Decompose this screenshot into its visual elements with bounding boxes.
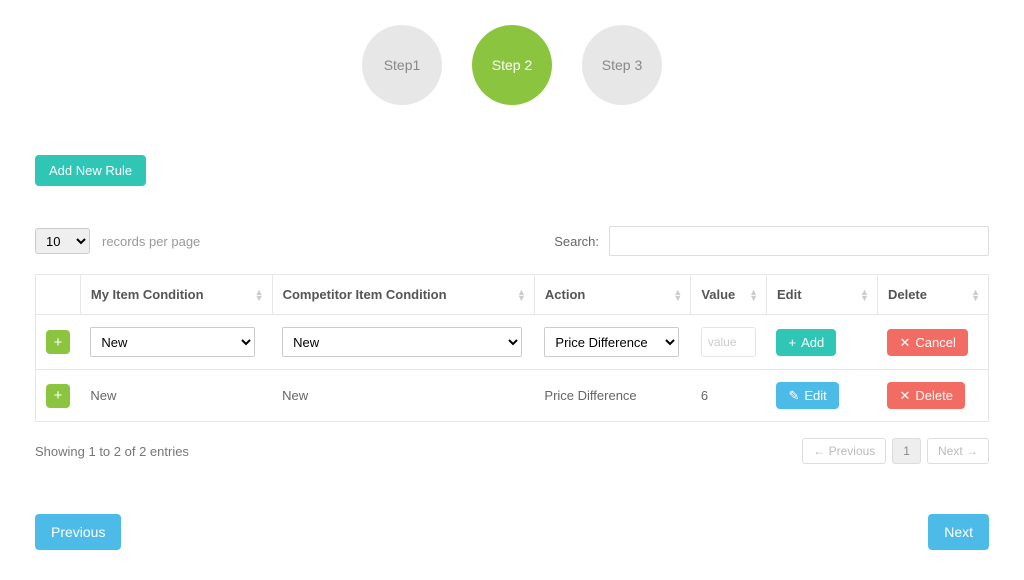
col-competitor-condition[interactable]: Competitor Item Condition ▲▼ xyxy=(272,275,534,315)
cell-action: Price Difference xyxy=(534,370,690,422)
sort-icon: ▲▼ xyxy=(749,289,758,301)
col-action[interactable]: Action ▲▼ xyxy=(534,275,690,315)
plus-icon: + xyxy=(54,335,63,350)
sort-icon: ▲▼ xyxy=(517,289,526,301)
expand-row-button[interactable]: + xyxy=(46,330,70,354)
expand-row-button[interactable]: + xyxy=(46,384,70,408)
edit-button[interactable]: ✎ Edit xyxy=(776,382,838,409)
cell-value: 6 xyxy=(691,370,767,422)
search-input[interactable] xyxy=(609,226,989,256)
page-length-label: records per page xyxy=(102,234,200,249)
page-number[interactable]: 1 xyxy=(892,438,921,464)
col-my-condition[interactable]: My Item Condition ▲▼ xyxy=(80,275,272,315)
value-input[interactable] xyxy=(701,327,756,357)
sort-icon: ▲▼ xyxy=(673,289,682,301)
step-3[interactable]: Step 3 xyxy=(582,25,662,105)
cancel-button[interactable]: ✕ Cancel xyxy=(887,329,967,356)
col-expand xyxy=(36,275,81,315)
search-label: Search: xyxy=(554,234,599,249)
step-indicator: Step1 Step 2 Step 3 xyxy=(35,25,989,105)
rules-table: My Item Condition ▲▼ Competitor Item Con… xyxy=(35,274,989,422)
page-length-select[interactable]: 10 xyxy=(35,228,90,254)
page-next[interactable]: Next → xyxy=(927,438,989,464)
plus-icon: + xyxy=(788,336,796,349)
col-value[interactable]: Value ▲▼ xyxy=(691,275,767,315)
close-icon: ✕ xyxy=(899,389,910,402)
table-row-new: + New New Price Difference xyxy=(36,315,989,370)
close-icon: ✕ xyxy=(899,336,910,349)
step-1[interactable]: Step1 xyxy=(362,25,442,105)
sort-icon: ▲▼ xyxy=(255,289,264,301)
sort-icon: ▲▼ xyxy=(860,289,869,301)
table-info: Showing 1 to 2 of 2 entries xyxy=(35,444,189,459)
cell-competitor-condition: New xyxy=(272,370,534,422)
my-condition-select[interactable]: New xyxy=(90,327,255,357)
plus-icon: + xyxy=(54,388,63,403)
competitor-condition-select[interactable]: New xyxy=(282,327,522,357)
col-delete[interactable]: Delete ▲▼ xyxy=(877,275,988,315)
pencil-icon: ✎ xyxy=(788,389,799,402)
page-prev[interactable]: ← Previous xyxy=(802,438,886,464)
delete-button[interactable]: ✕ Delete xyxy=(887,382,964,409)
pagination: ← Previous 1 Next → xyxy=(802,438,989,464)
sort-icon: ▲▼ xyxy=(971,289,980,301)
wizard-previous-button[interactable]: Previous xyxy=(35,514,121,550)
add-new-rule-button[interactable]: Add New Rule xyxy=(35,155,146,186)
add-button[interactable]: + Add xyxy=(776,329,836,356)
action-select[interactable]: Price Difference xyxy=(544,327,679,357)
step-2[interactable]: Step 2 xyxy=(472,25,552,105)
wizard-next-button[interactable]: Next xyxy=(928,514,989,550)
col-edit[interactable]: Edit ▲▼ xyxy=(766,275,877,315)
cell-my-condition: New xyxy=(80,370,272,422)
table-row: + New New Price Difference 6 ✎ Edit ✕ De xyxy=(36,370,989,422)
